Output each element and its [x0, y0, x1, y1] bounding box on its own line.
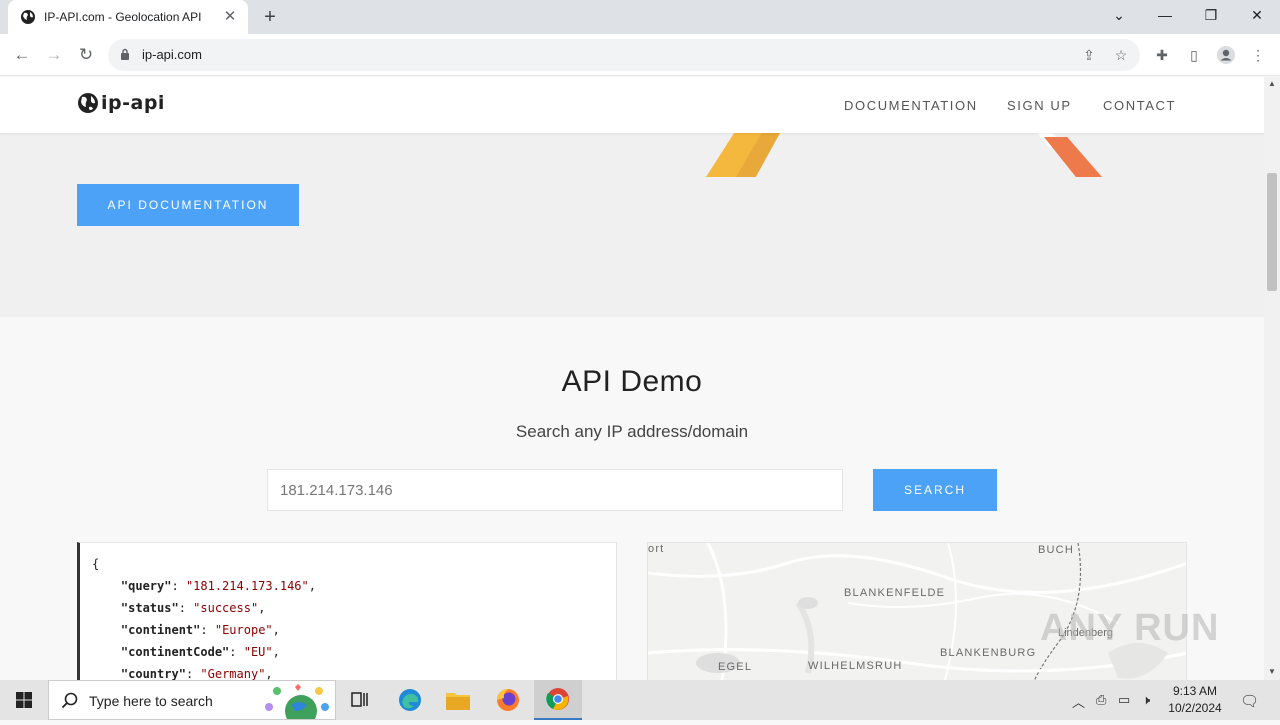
json-response-box: { "query": "181.214.173.146", "status": …	[77, 542, 617, 680]
taskbar-search-placeholder: Type here to search	[89, 693, 213, 709]
map-label: BLANKENBURG	[940, 647, 1037, 659]
new-tab-button[interactable]: +	[258, 6, 282, 28]
tab-title: IP-API.com - Geolocation API	[44, 10, 202, 24]
side-panel-icon[interactable]: ▯	[1184, 45, 1204, 65]
address-bar[interactable]: ip-api.com ⇪ ☆	[108, 39, 1140, 71]
site-header: ip-api DOCUMENTATION SIGN UP CONTACT	[0, 77, 1264, 133]
json-key: "continentCode"	[120, 645, 230, 659]
close-window-button[interactable]: ✕	[1234, 0, 1280, 30]
bookmark-star-icon[interactable]: ☆	[1112, 47, 1130, 63]
browser-tab-strip: IP-API.com - Geolocation API ✕ + ⌄ — ❐ ✕	[0, 0, 1280, 34]
json-value: "181.214.173.146"	[185, 579, 309, 593]
page-viewport: API DOCUMENTATION ip-api DOCUMENTATION S…	[0, 77, 1264, 680]
clock-time: 9:13 AM	[1172, 684, 1218, 698]
scrollbar-thumb[interactable]	[1267, 173, 1277, 291]
taskbar-search-box[interactable]: Type here to search	[48, 680, 336, 720]
taskbar-clock[interactable]: 9:13 AM 10/2/2024	[1160, 683, 1230, 717]
share-icon[interactable]: ⇪	[1080, 47, 1098, 63]
scroll-down-arrow-icon[interactable]: ▼	[1268, 667, 1276, 676]
json-key: "query"	[120, 579, 172, 593]
search-highlight-globe-icon	[265, 684, 329, 719]
search-icon	[61, 692, 78, 709]
json-value: "success"	[193, 601, 259, 615]
nav-contact[interactable]: CONTACT	[1103, 98, 1176, 113]
tray-device-icon[interactable]: ⎙	[1096, 692, 1106, 708]
file-explorer-icon[interactable]	[434, 680, 482, 720]
nav-documentation[interactable]: DOCUMENTATION	[844, 98, 978, 113]
json-value: "EU"	[243, 645, 273, 659]
globe-favicon-icon	[21, 10, 35, 24]
notifications-icon[interactable]: 🗨	[1240, 692, 1259, 710]
anyrun-watermark: ANY RUN	[1040, 607, 1220, 649]
hero-decoration-orange	[1044, 137, 1102, 177]
json-open-brace: {	[92, 557, 100, 571]
tab-search-chevron-icon[interactable]: ⌄	[1096, 0, 1142, 30]
json-line: "continent": "Europe",	[120, 623, 280, 637]
network-icon[interactable]: ▭	[1118, 692, 1130, 708]
json-value: "Europe"	[214, 623, 273, 637]
map-label: BLANKENFELDE	[844, 587, 946, 599]
back-arrow-icon[interactable]: ←	[10, 43, 34, 67]
address-url: ip-api.com	[142, 47, 202, 62]
json-key: "status"	[120, 601, 179, 615]
logo-text: ip-api	[101, 92, 165, 114]
menu-kebab-icon[interactable]: ⋮	[1248, 45, 1268, 65]
restore-window-button[interactable]: ❐	[1188, 0, 1234, 30]
edge-browser-icon[interactable]	[386, 680, 434, 720]
map-label: EGEL	[718, 661, 753, 673]
tab-close-icon[interactable]: ✕	[222, 9, 238, 25]
json-line: "continentCode": "EU",	[120, 645, 280, 659]
volume-icon[interactable]: 🕨	[1142, 692, 1150, 708]
nav-sign-up[interactable]: SIGN UP	[1007, 98, 1072, 113]
demo-title: API Demo	[561, 365, 703, 398]
api-documentation-button[interactable]: API DOCUMENTATION	[77, 184, 299, 226]
windows-logo-icon	[16, 692, 32, 708]
chrome-icon[interactable]	[534, 680, 582, 720]
windows-taskbar: Type here to search ︿ ⎙ ▭ 🕨 9:13 AM 10/2…	[0, 680, 1280, 720]
site-logo[interactable]: ip-api	[77, 92, 165, 114]
reload-icon[interactable]: ↻	[74, 43, 98, 67]
forward-arrow-icon[interactable]: →	[42, 43, 66, 67]
tray-show-hidden-icon[interactable]: ︿	[1072, 692, 1085, 711]
ip-search-input[interactable]	[267, 469, 843, 511]
map-label: ort	[648, 543, 665, 555]
json-line: "status": "success",	[120, 601, 266, 615]
firefox-icon[interactable]	[484, 680, 532, 720]
clock-date: 10/2/2024	[1168, 701, 1222, 715]
map-label: BUCH	[1038, 544, 1074, 556]
scroll-up-arrow-icon[interactable]: ▲	[1268, 79, 1276, 88]
browser-tab[interactable]: IP-API.com - Geolocation API ✕	[8, 0, 248, 34]
json-line: "country": "Germany",	[120, 667, 273, 680]
minimize-window-button[interactable]: —	[1142, 0, 1188, 30]
task-view-icon[interactable]	[336, 680, 384, 720]
lock-icon	[121, 48, 129, 60]
demo-subtitle: Search any IP address/domain	[515, 422, 749, 441]
globe-logo-icon	[78, 93, 98, 113]
extensions-puzzle-icon[interactable]: ✚	[1152, 45, 1172, 65]
page-scrollbar[interactable]: ▲ ▼	[1264, 77, 1280, 680]
profile-avatar-icon[interactable]	[1216, 45, 1236, 65]
json-key: "continent"	[120, 623, 201, 637]
start-button[interactable]	[0, 680, 48, 720]
browser-toolbar: ← → ↻ ip-api.com ⇪ ☆ ✚ ▯ ⋮	[0, 34, 1280, 76]
map-label: WILHELMSRUH	[808, 660, 903, 672]
json-key: "country"	[120, 667, 186, 680]
json-value: "Germany"	[200, 667, 266, 680]
json-line: "query": "181.214.173.146",	[120, 579, 316, 593]
search-button[interactable]: SEARCH	[873, 469, 997, 511]
